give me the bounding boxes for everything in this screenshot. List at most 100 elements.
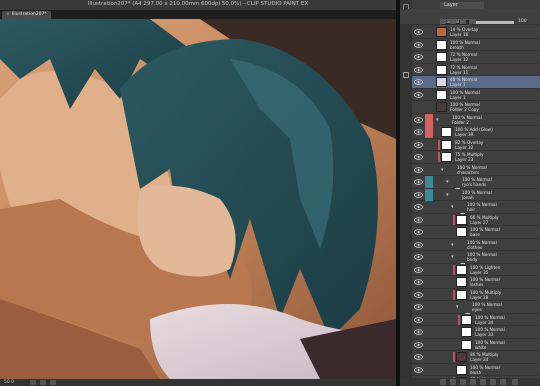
layer-folder-row[interactable]: ▾ 100 % Normal eyes — [412, 301, 540, 319]
eye-icon[interactable] — [414, 266, 423, 273]
eye-icon[interactable] — [414, 241, 423, 248]
layer-row[interactable]: 100 % Normal Layer 1 — [412, 88, 540, 101]
tab-layer[interactable]: Layer — [440, 2, 484, 9]
eye-icon[interactable] — [414, 229, 423, 235]
chevron-down-icon[interactable]: ▾ — [441, 167, 444, 173]
layer-row[interactable]: 82 % Overlay Layer 32 — [412, 138, 540, 151]
layer-row[interactable]: 86 % Multiply Layer 24 — [412, 351, 540, 364]
layer-thumbnail — [436, 89, 447, 100]
title-bar: Illustration207* (A4 297.00 x 210.00mm 6… — [0, 0, 396, 10]
layer-panel: Layer Normal 100 14 % OverlayLayer 16100… — [400, 0, 540, 386]
eye-icon[interactable] — [414, 291, 423, 298]
layer-name: Layer 39 — [455, 132, 474, 137]
apply-mask-icon[interactable] — [500, 379, 506, 385]
layer-row[interactable]: 100 % Normal Folder 2 Copy — [412, 101, 540, 114]
layer-thumbnail — [456, 289, 467, 300]
eye-icon[interactable] — [414, 91, 423, 98]
layer-row[interactable]: 100 % Normal blush — [412, 363, 540, 376]
layer-color-chip — [425, 176, 433, 188]
layer-row[interactable]: 100 % Multiply Layer 28 — [412, 288, 540, 301]
eye-icon[interactable] — [414, 116, 423, 123]
layer-folder-row[interactable]: ▾ 100 % Normal clothes — [412, 238, 540, 257]
copy-layer-icon[interactable] — [470, 379, 476, 385]
document-tab[interactable]: × Illustration207* — [2, 11, 51, 19]
layer-row[interactable]: 72 % Normal Layer 11 — [412, 63, 540, 76]
eye-icon[interactable] — [414, 166, 423, 173]
eye-icon[interactable] — [414, 104, 423, 110]
zoom-level[interactable]: 50.0 — [4, 379, 14, 386]
opacity-slider[interactable] — [474, 21, 514, 24]
fit-icon[interactable] — [50, 380, 56, 385]
layer-thumbnail — [456, 364, 467, 375]
folder-icon — [452, 179, 460, 194]
chevron-down-icon[interactable]: ▾ — [456, 304, 459, 310]
eye-icon[interactable] — [414, 29, 423, 35]
close-icon[interactable]: × — [6, 11, 10, 19]
eye-icon[interactable] — [414, 329, 423, 335]
lock-transparency-icon[interactable] — [460, 19, 466, 24]
new-vector-layer-icon[interactable] — [450, 379, 456, 385]
layer-row[interactable]: 100 % Add (Glow) Layer 39 — [412, 126, 540, 139]
layer-row[interactable]: 100 % Normal Layer 34 — [412, 313, 540, 326]
eye-icon[interactable] — [414, 129, 423, 135]
eye-icon[interactable] — [414, 354, 423, 360]
add-mask-icon[interactable] — [490, 379, 496, 385]
eye-icon[interactable] — [414, 54, 423, 60]
layer-folder-row[interactable]: ▾ 100 % Normal body — [412, 251, 540, 269]
layer-row[interactable]: 100 % Lighten Layer 35 — [412, 263, 540, 276]
chevron-down-icon[interactable]: ▾ — [451, 204, 454, 210]
layer-row[interactable]: 66 % Multiply Layer 27 — [412, 213, 540, 226]
mask-icon[interactable] — [470, 19, 476, 24]
chevron-down-icon[interactable]: ▾ — [436, 117, 439, 123]
eye-icon[interactable] — [414, 66, 423, 73]
drawing-canvas[interactable] — [0, 19, 396, 379]
reference-icon[interactable] — [450, 19, 456, 24]
chevron-down-icon[interactable]: ▾ — [446, 179, 449, 185]
layer-folder-row[interactable]: ▾ 100 % Normal characters — [412, 163, 540, 182]
eye-icon[interactable] — [414, 316, 423, 323]
eye-icon[interactable] — [414, 304, 423, 310]
layer-row[interactable]: 48 % Normal Layer 7 — [412, 76, 540, 89]
eye-icon[interactable] — [414, 254, 423, 260]
eye-icon[interactable] — [414, 204, 423, 210]
layer-name: Layer 1 — [450, 94, 466, 100]
layer-folder-row[interactable]: ▾ 100 % Normal Folder 2 — [412, 113, 540, 132]
layer-name: clothes — [467, 244, 483, 250]
merge-down-icon[interactable] — [480, 379, 486, 385]
layer-row[interactable]: 72 % Normal Layer 12 — [412, 51, 540, 64]
opacity-value[interactable]: 100 — [518, 19, 527, 24]
new-raster-layer-icon[interactable] — [440, 379, 446, 385]
eye-icon[interactable] — [414, 141, 423, 148]
layer-row[interactable]: 75 % Multiply Layer 23 — [412, 151, 540, 164]
eye-icon[interactable] — [414, 79, 423, 85]
eye-icon[interactable] — [414, 154, 423, 160]
layer-row[interactable]: 100 % Normal base — [412, 226, 540, 239]
eye-icon[interactable] — [414, 279, 423, 285]
pen-icon[interactable] — [403, 72, 409, 78]
eye-icon[interactable] — [414, 366, 423, 373]
flip-icon[interactable] — [40, 380, 46, 385]
chevron-down-icon[interactable]: ▾ — [451, 242, 454, 248]
eye-icon[interactable] — [414, 41, 423, 48]
layer-thumbnail — [456, 277, 467, 287]
rotate-icon[interactable] — [30, 380, 36, 385]
layer-row[interactable]: 100 % Normal lashes — [412, 276, 540, 289]
eye-icon[interactable] — [414, 191, 423, 198]
layer-folder-row[interactable]: ▾ 100 % Normal jonah — [412, 188, 540, 207]
layer-folder-row[interactable]: ▾ 100 % Normal ryo's hands — [412, 176, 540, 194]
layer-row[interactable]: 100 % Normal white — [412, 338, 540, 351]
layer-name: Layer 24 — [470, 357, 489, 362]
new-folder-icon[interactable] — [460, 379, 466, 385]
layer-folder-row[interactable]: ▾ 100 % Normal hair — [412, 201, 540, 219]
layer-row[interactable]: 100 % Normal breath — [412, 38, 540, 51]
eye-icon[interactable] — [414, 179, 423, 185]
chevron-down-icon[interactable]: ▾ — [451, 254, 454, 260]
eye-icon[interactable] — [414, 216, 423, 223]
chevron-down-icon[interactable]: ▾ — [446, 192, 449, 198]
delete-layer-icon[interactable] — [512, 379, 518, 385]
clip-icon[interactable] — [440, 19, 446, 24]
layer-row[interactable]: 14 % Overlay Layer 16 — [412, 26, 540, 39]
layer-thumbnail — [461, 339, 472, 350]
eye-icon[interactable] — [414, 341, 423, 348]
layer-row[interactable]: 100 % Normal Layer 33 — [412, 326, 540, 339]
